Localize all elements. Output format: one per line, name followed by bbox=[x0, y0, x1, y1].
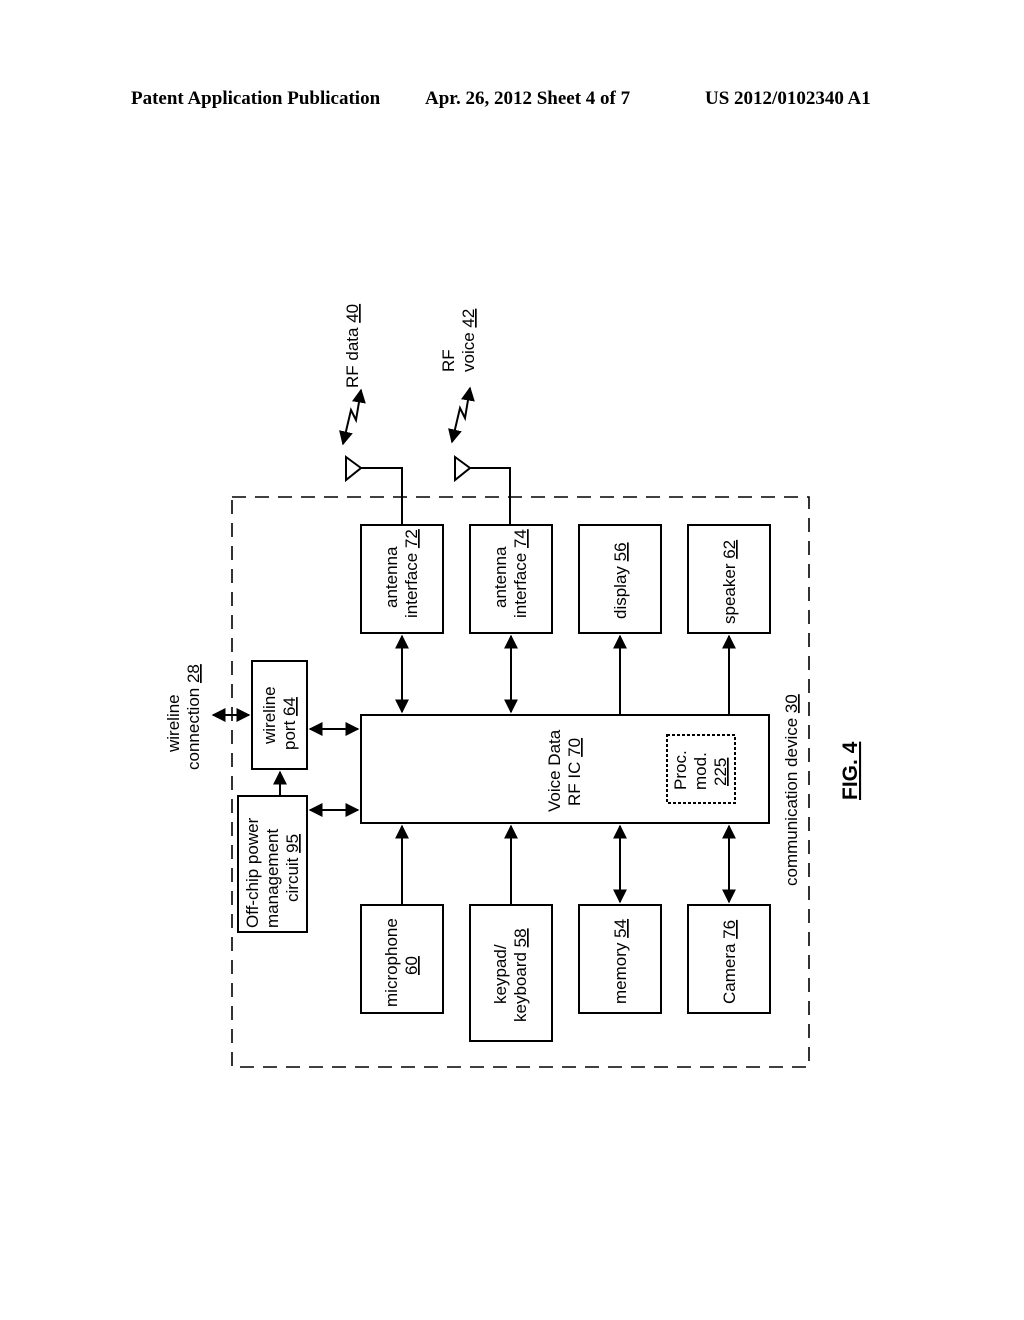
block-diagram: RF data 40 RF voice 42 wireline connecti… bbox=[164, 304, 862, 1068]
memory-label: memory 54 bbox=[611, 919, 630, 1004]
rf-data-label: RF data 40 bbox=[343, 304, 362, 388]
antenna-interface-72-label: antenna interface 72 bbox=[382, 529, 421, 618]
camera-label: Camera 76 bbox=[720, 920, 739, 1004]
communication-device-label: communication device 30 bbox=[782, 694, 801, 886]
wireline-connection-label: wireline connection 28 bbox=[164, 664, 203, 770]
wireless-link-icon-rf-voice bbox=[448, 386, 475, 444]
wireless-link-icon-rf-data bbox=[339, 388, 366, 446]
antenna-icon-rf-voice bbox=[454, 455, 511, 525]
display-label: display 56 bbox=[611, 542, 630, 619]
figure-label: FIG. 4 bbox=[839, 741, 862, 800]
rf-voice-label: RF voice 42 bbox=[439, 309, 478, 372]
antenna-interface-74-label: antenna interface 74 bbox=[491, 529, 530, 618]
rf-ic-label: Voice Data RF IC 70 bbox=[545, 725, 584, 812]
antenna-icon-rf-data bbox=[345, 455, 403, 525]
speaker-label: speaker 62 bbox=[720, 540, 739, 624]
